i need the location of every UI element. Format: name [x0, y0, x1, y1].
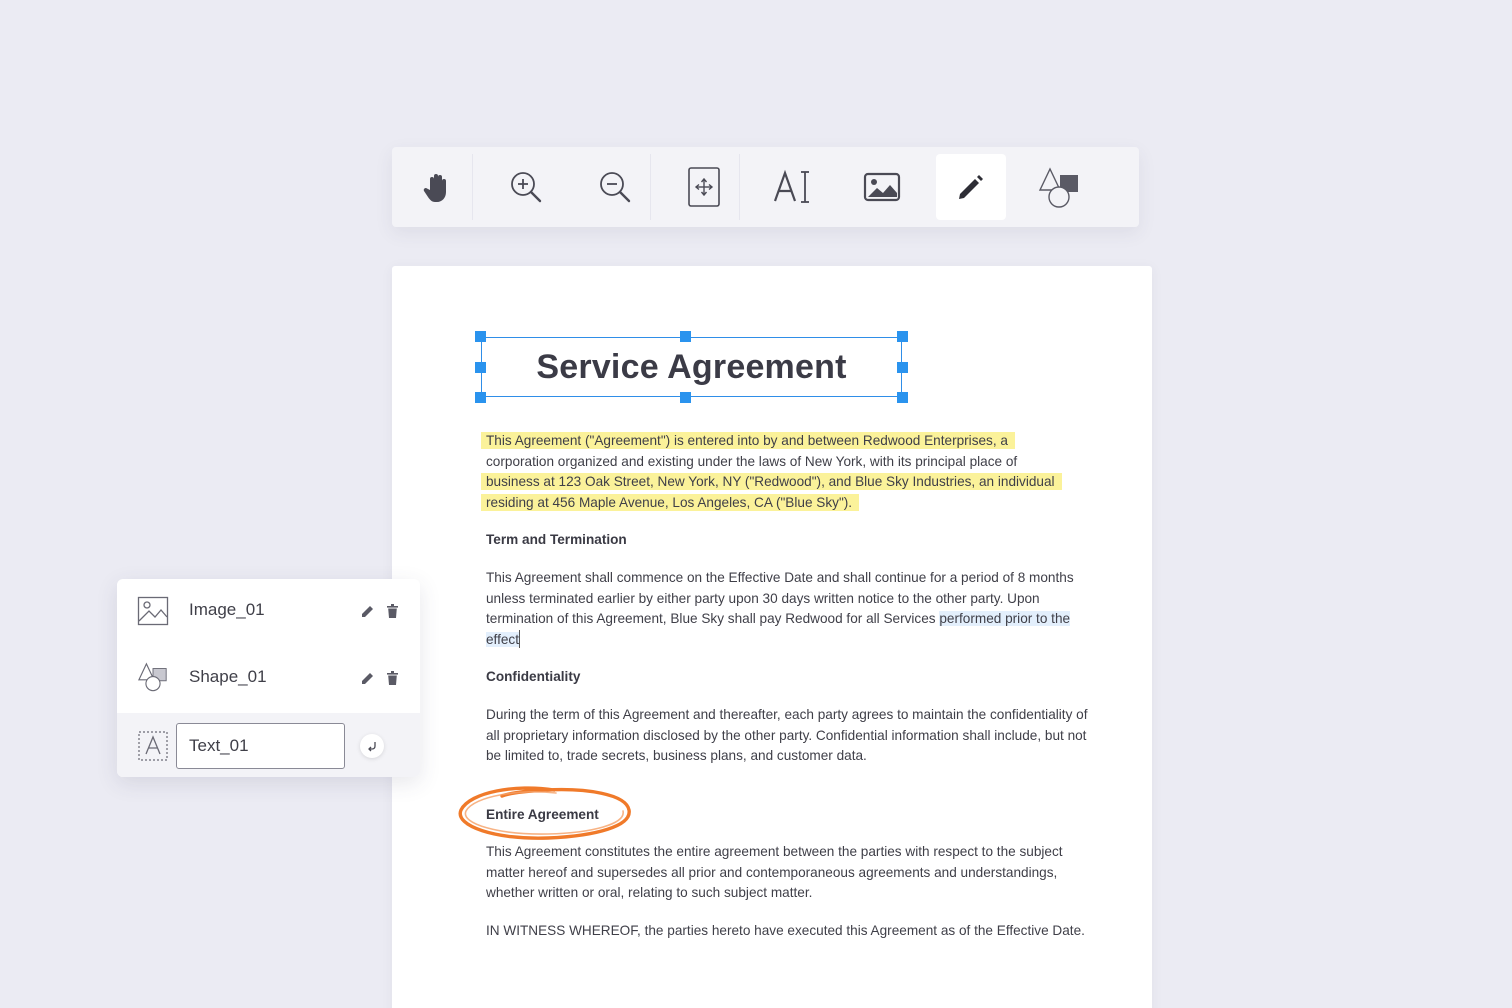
- pencil-icon: [362, 673, 373, 684]
- layer-name: Image_01: [189, 600, 265, 619]
- delete-layer-button[interactable]: [383, 669, 401, 687]
- layer-row-shape[interactable]: Shape_01: [117, 645, 420, 711]
- intro-line: corporation organized and existing under…: [486, 453, 1018, 469]
- move-page-button[interactable]: [669, 154, 739, 220]
- zoom-in-icon: [511, 172, 542, 203]
- layer-name-input[interactable]: [176, 723, 345, 769]
- resize-handle[interactable]: [475, 392, 486, 403]
- hand-tool-button[interactable]: [402, 154, 472, 220]
- trash-icon: [386, 671, 398, 685]
- text-layer-icon: [138, 731, 168, 761]
- confirm-rename-button[interactable]: [360, 734, 384, 758]
- layer-row-text[interactable]: [117, 713, 420, 777]
- section-paragraph[interactable]: This Agreement constitutes the entire ag…: [486, 842, 1096, 904]
- zoom-in-button[interactable]: [491, 154, 561, 220]
- document-page: Service Agreement This Agreement ("Agree…: [392, 266, 1152, 1008]
- delete-layer-button[interactable]: [383, 602, 401, 620]
- hand-icon: [423, 174, 446, 202]
- toolbar-divider: [472, 154, 473, 220]
- shape-tool-button[interactable]: [1025, 154, 1095, 220]
- image-icon: [863, 172, 901, 202]
- section-paragraph[interactable]: During the term of this Agreement and th…: [486, 705, 1096, 767]
- edit-layer-button[interactable]: [359, 669, 377, 687]
- shapes-icon: [1038, 167, 1078, 208]
- enter-icon: [368, 742, 376, 752]
- trash-icon: [386, 604, 398, 618]
- pencil-icon: [959, 175, 983, 199]
- image-tool-button[interactable]: [847, 154, 917, 220]
- move-page-icon: [688, 167, 720, 207]
- highlighted-text: business at 123 Oak Street, New York, NY…: [481, 473, 1062, 491]
- zoom-out-button[interactable]: [580, 154, 650, 220]
- pencil-tool-button[interactable]: [936, 154, 1006, 220]
- text-cursor-icon: [773, 169, 809, 203]
- layers-panel: Image_01 Shape_01: [117, 579, 420, 777]
- section-heading: Entire Agreement: [486, 807, 599, 822]
- section-heading: Term and Termination: [486, 532, 627, 547]
- resize-handle[interactable]: [897, 362, 908, 373]
- pencil-icon: [362, 606, 373, 617]
- resize-handle[interactable]: [680, 392, 691, 403]
- resize-handle[interactable]: [475, 331, 486, 342]
- resize-handle[interactable]: [897, 331, 908, 342]
- layer-name: Shape_01: [189, 667, 267, 686]
- resize-handle[interactable]: [475, 362, 486, 373]
- section-heading: Confidentiality: [486, 669, 581, 684]
- text-tool-button[interactable]: [758, 154, 828, 220]
- section-paragraph[interactable]: This Agreement shall commence on the Eff…: [486, 568, 1096, 650]
- layer-row-image[interactable]: Image_01: [117, 579, 420, 645]
- image-layer-icon: [137, 596, 169, 626]
- resize-handle[interactable]: [897, 392, 908, 403]
- shape-layer-icon: [137, 662, 167, 692]
- annotation-toolbar: [392, 147, 1139, 227]
- title-selection-box[interactable]: Service Agreement: [475, 331, 908, 403]
- zoom-out-icon: [600, 172, 631, 203]
- text-caret: [519, 629, 521, 648]
- document-title[interactable]: Service Agreement: [536, 348, 846, 387]
- highlighted-text: This Agreement ("Agreement") is entered …: [481, 432, 1015, 449]
- toolbar-divider: [650, 154, 651, 220]
- toolbar-divider: [739, 154, 740, 220]
- highlighted-text: residing at 456 Maple Avenue, Los Angele…: [481, 493, 860, 511]
- intro-paragraph[interactable]: This Agreement ("Agreement") is entered …: [481, 431, 1096, 513]
- resize-handle[interactable]: [680, 331, 691, 342]
- closing-paragraph[interactable]: IN WITNESS WHEREOF, the parties hereto h…: [486, 921, 1096, 942]
- edit-layer-button[interactable]: [359, 602, 377, 620]
